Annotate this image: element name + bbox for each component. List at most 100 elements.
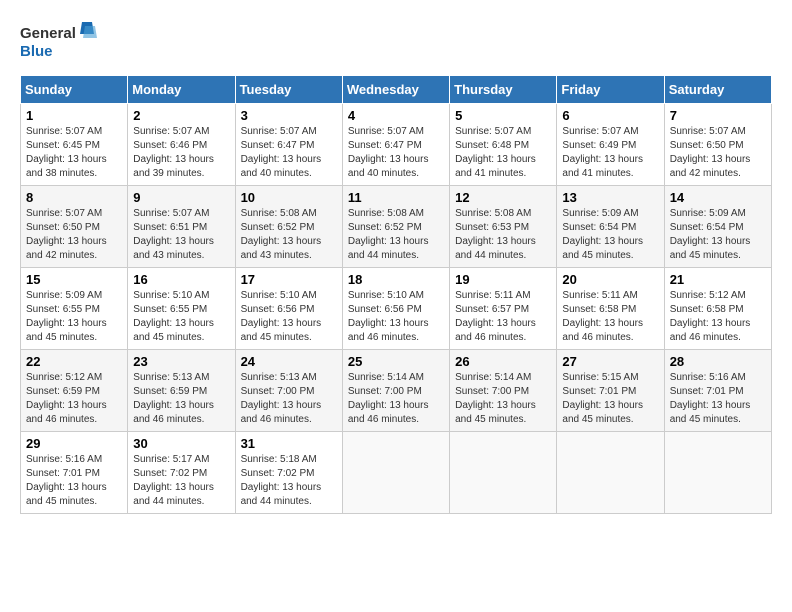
sunrise-label: Sunrise: 5:12 AM	[670, 290, 746, 301]
day-number: 9	[133, 190, 229, 205]
daylight-label: Daylight: 13 hours	[670, 400, 751, 411]
day-number: 6	[562, 108, 658, 123]
sunrise-label: Sunrise: 5:15 AM	[562, 372, 638, 383]
day-number: 21	[670, 272, 766, 287]
calendar-week-row: 15 Sunrise: 5:09 AM Sunset: 6:55 PM Dayl…	[21, 268, 772, 350]
calendar-cell: 25 Sunrise: 5:14 AM Sunset: 7:00 PM Dayl…	[342, 350, 449, 432]
sunrise-label: Sunrise: 5:10 AM	[348, 290, 424, 301]
day-info: Sunrise: 5:09 AM Sunset: 6:54 PM Dayligh…	[562, 207, 658, 263]
day-number: 5	[455, 108, 551, 123]
calendar-cell: 18 Sunrise: 5:10 AM Sunset: 6:56 PM Dayl…	[342, 268, 449, 350]
daylight-minutes: and 45 minutes.	[670, 414, 741, 425]
daylight-minutes: and 40 minutes.	[348, 168, 419, 179]
calendar-cell: 24 Sunrise: 5:13 AM Sunset: 7:00 PM Dayl…	[235, 350, 342, 432]
day-number: 15	[26, 272, 122, 287]
sunset-label: Sunset: 6:48 PM	[455, 140, 529, 151]
weekday-header-row: SundayMondayTuesdayWednesdayThursdayFrid…	[21, 76, 772, 104]
sunrise-label: Sunrise: 5:10 AM	[241, 290, 317, 301]
day-number: 1	[26, 108, 122, 123]
daylight-minutes: and 41 minutes.	[562, 168, 633, 179]
daylight-label: Daylight: 13 hours	[455, 318, 536, 329]
sunrise-label: Sunrise: 5:07 AM	[133, 126, 209, 137]
daylight-minutes: and 45 minutes.	[133, 332, 204, 343]
sunset-label: Sunset: 6:47 PM	[241, 140, 315, 151]
calendar-cell: 9 Sunrise: 5:07 AM Sunset: 6:51 PM Dayli…	[128, 186, 235, 268]
sunrise-label: Sunrise: 5:11 AM	[562, 290, 637, 301]
day-number: 3	[241, 108, 337, 123]
sunrise-label: Sunrise: 5:07 AM	[455, 126, 531, 137]
day-number: 16	[133, 272, 229, 287]
sunset-label: Sunset: 6:54 PM	[670, 222, 744, 233]
day-info: Sunrise: 5:12 AM Sunset: 6:58 PM Dayligh…	[670, 289, 766, 345]
calendar-week-row: 29 Sunrise: 5:16 AM Sunset: 7:01 PM Dayl…	[21, 432, 772, 514]
sunset-label: Sunset: 7:01 PM	[670, 386, 744, 397]
day-info: Sunrise: 5:09 AM Sunset: 6:55 PM Dayligh…	[26, 289, 122, 345]
day-info: Sunrise: 5:07 AM Sunset: 6:51 PM Dayligh…	[133, 207, 229, 263]
sunrise-label: Sunrise: 5:14 AM	[348, 372, 424, 383]
calendar-cell: 11 Sunrise: 5:08 AM Sunset: 6:52 PM Dayl…	[342, 186, 449, 268]
day-info: Sunrise: 5:12 AM Sunset: 6:59 PM Dayligh…	[26, 371, 122, 427]
sunset-label: Sunset: 6:55 PM	[133, 304, 207, 315]
sunrise-label: Sunrise: 5:08 AM	[348, 208, 424, 219]
logo-svg: General Blue	[20, 20, 100, 65]
daylight-minutes: and 40 minutes.	[241, 168, 312, 179]
calendar-cell: 5 Sunrise: 5:07 AM Sunset: 6:48 PM Dayli…	[450, 104, 557, 186]
calendar-cell: 14 Sunrise: 5:09 AM Sunset: 6:54 PM Dayl…	[664, 186, 771, 268]
daylight-label: Daylight: 13 hours	[133, 318, 214, 329]
daylight-label: Daylight: 13 hours	[562, 236, 643, 247]
day-number: 18	[348, 272, 444, 287]
day-info: Sunrise: 5:08 AM Sunset: 6:52 PM Dayligh…	[348, 207, 444, 263]
calendar-cell: 31 Sunrise: 5:18 AM Sunset: 7:02 PM Dayl…	[235, 432, 342, 514]
sunset-label: Sunset: 6:45 PM	[26, 140, 100, 151]
day-info: Sunrise: 5:13 AM Sunset: 6:59 PM Dayligh…	[133, 371, 229, 427]
sunset-label: Sunset: 6:49 PM	[562, 140, 636, 151]
sunset-label: Sunset: 6:46 PM	[133, 140, 207, 151]
day-number: 12	[455, 190, 551, 205]
calendar-cell	[557, 432, 664, 514]
day-info: Sunrise: 5:11 AM Sunset: 6:58 PM Dayligh…	[562, 289, 658, 345]
logo: General Blue	[20, 20, 100, 65]
daylight-minutes: and 46 minutes.	[241, 414, 312, 425]
sunrise-label: Sunrise: 5:10 AM	[133, 290, 209, 301]
daylight-label: Daylight: 13 hours	[348, 318, 429, 329]
sunrise-label: Sunrise: 5:07 AM	[241, 126, 317, 137]
sunset-label: Sunset: 6:56 PM	[241, 304, 315, 315]
calendar-cell: 16 Sunrise: 5:10 AM Sunset: 6:55 PM Dayl…	[128, 268, 235, 350]
day-info: Sunrise: 5:08 AM Sunset: 6:52 PM Dayligh…	[241, 207, 337, 263]
calendar-cell	[342, 432, 449, 514]
daylight-minutes: and 45 minutes.	[26, 332, 97, 343]
sunset-label: Sunset: 7:00 PM	[455, 386, 529, 397]
day-info: Sunrise: 5:10 AM Sunset: 6:56 PM Dayligh…	[348, 289, 444, 345]
daylight-minutes: and 44 minutes.	[133, 496, 204, 507]
calendar-cell: 23 Sunrise: 5:13 AM Sunset: 6:59 PM Dayl…	[128, 350, 235, 432]
day-info: Sunrise: 5:10 AM Sunset: 6:55 PM Dayligh…	[133, 289, 229, 345]
day-info: Sunrise: 5:07 AM Sunset: 6:47 PM Dayligh…	[241, 125, 337, 181]
daylight-minutes: and 46 minutes.	[348, 332, 419, 343]
sunrise-label: Sunrise: 5:09 AM	[562, 208, 638, 219]
sunset-label: Sunset: 6:54 PM	[562, 222, 636, 233]
daylight-label: Daylight: 13 hours	[670, 318, 751, 329]
sunrise-label: Sunrise: 5:08 AM	[241, 208, 317, 219]
daylight-minutes: and 43 minutes.	[133, 250, 204, 261]
calendar-cell: 7 Sunrise: 5:07 AM Sunset: 6:50 PM Dayli…	[664, 104, 771, 186]
day-number: 23	[133, 354, 229, 369]
calendar-cell: 13 Sunrise: 5:09 AM Sunset: 6:54 PM Dayl…	[557, 186, 664, 268]
day-number: 31	[241, 436, 337, 451]
calendar-cell: 15 Sunrise: 5:09 AM Sunset: 6:55 PM Dayl…	[21, 268, 128, 350]
day-number: 14	[670, 190, 766, 205]
calendar-cell	[450, 432, 557, 514]
daylight-label: Daylight: 13 hours	[26, 154, 107, 165]
sunset-label: Sunset: 6:53 PM	[455, 222, 529, 233]
day-info: Sunrise: 5:09 AM Sunset: 6:54 PM Dayligh…	[670, 207, 766, 263]
sunset-label: Sunset: 6:59 PM	[26, 386, 100, 397]
calendar-cell: 12 Sunrise: 5:08 AM Sunset: 6:53 PM Dayl…	[450, 186, 557, 268]
sunrise-label: Sunrise: 5:07 AM	[348, 126, 424, 137]
daylight-minutes: and 46 minutes.	[670, 332, 741, 343]
sunrise-label: Sunrise: 5:09 AM	[26, 290, 102, 301]
sunrise-label: Sunrise: 5:16 AM	[670, 372, 746, 383]
sunrise-label: Sunrise: 5:11 AM	[455, 290, 530, 301]
daylight-minutes: and 42 minutes.	[26, 250, 97, 261]
day-number: 29	[26, 436, 122, 451]
daylight-label: Daylight: 13 hours	[562, 154, 643, 165]
calendar-cell: 27 Sunrise: 5:15 AM Sunset: 7:01 PM Dayl…	[557, 350, 664, 432]
